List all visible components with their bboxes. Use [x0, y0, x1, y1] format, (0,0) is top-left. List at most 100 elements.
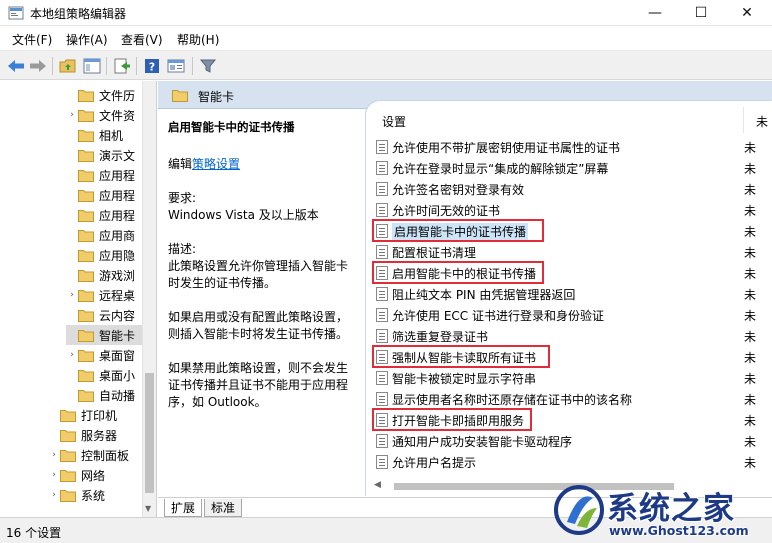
folder-icon: [78, 109, 94, 122]
tree-item[interactable]: 应用商: [66, 225, 144, 245]
tree-item[interactable]: 应用程: [66, 165, 144, 185]
show-hide-tree-button[interactable]: [82, 56, 102, 76]
policy-name: 允许签名密钥对登录有效: [392, 182, 525, 197]
expand-chevron-icon[interactable]: ›: [66, 290, 78, 300]
tree-item[interactable]: 应用隐: [66, 245, 144, 265]
policy-row[interactable]: 允许使用不带扩展密钥使用证书属性的证书 未: [376, 137, 772, 157]
menu-action[interactable]: 操作(A): [66, 31, 108, 48]
tab-extended[interactable]: 扩展: [164, 499, 203, 517]
tree-item[interactable]: › 文件资: [66, 105, 144, 125]
policy-state: 未: [744, 266, 757, 281]
policy-row[interactable]: 通知用户成功安装智能卡驱动程序 未: [376, 431, 772, 451]
tree-item-label: 游戏浏: [99, 268, 136, 283]
folder-icon: [60, 409, 76, 422]
policy-name: 通知用户成功安装智能卡驱动程序: [392, 434, 573, 449]
expand-chevron-icon[interactable]: ›: [48, 470, 60, 480]
tree-item[interactable]: › 控制面板: [48, 445, 144, 465]
tree-item-label: 应用隐: [99, 248, 136, 263]
tree-vertical-scrollbar[interactable]: ▼: [142, 81, 156, 517]
navigation-tree: 文件历 › 文件资 相机 演示文 应用程 应用程 应用程 应用商 应用隐 游戏浏 › 远程桌 云内容 智能卡…: [0, 81, 157, 517]
tree-item[interactable]: 智能卡: [66, 325, 144, 345]
properties-icon: [167, 59, 185, 73]
policy-row[interactable]: 智能卡被锁定时显示字符串 未: [376, 368, 772, 388]
forward-button[interactable]: [28, 56, 48, 76]
tree-item-label: 自动播: [99, 388, 136, 403]
column-header-state[interactable]: 未: [756, 113, 768, 130]
export-list-button[interactable]: [112, 56, 132, 76]
policy-setting-icon: [376, 245, 388, 259]
close-button[interactable]: ✕: [724, 0, 770, 26]
expand-chevron-icon[interactable]: ›: [48, 450, 60, 460]
policy-setting-icon: [376, 203, 388, 217]
policy-state: 未: [744, 224, 757, 239]
back-button[interactable]: [6, 56, 26, 76]
policy-row[interactable]: 筛选重复登录证书 未: [376, 326, 772, 346]
menu-help[interactable]: 帮助(H): [177, 31, 219, 48]
tree-scroll-thumb[interactable]: [145, 373, 154, 493]
properties-button[interactable]: [166, 56, 186, 76]
tree-item[interactable]: 云内容: [66, 305, 144, 325]
tree-item[interactable]: 文件历: [66, 85, 144, 105]
tree-item[interactable]: 游戏浏: [66, 265, 144, 285]
tree-item[interactable]: › 远程桌: [66, 285, 144, 305]
tree-item[interactable]: › 桌面窗: [66, 345, 144, 365]
tree-item-label: 服务器: [81, 428, 118, 443]
policy-row[interactable]: 允许用户名提示 未: [376, 452, 772, 472]
help-button[interactable]: ?: [142, 56, 162, 76]
minimize-button[interactable]: —: [632, 0, 678, 26]
filter-button[interactable]: [198, 56, 218, 76]
folder-icon: [78, 389, 94, 402]
tree-item[interactable]: 应用程: [66, 205, 144, 225]
policy-setting-icon: [376, 434, 388, 448]
policy-row[interactable]: 允许签名密钥对登录有效 未: [376, 179, 772, 199]
folder-icon: [78, 249, 94, 262]
folder-icon: [78, 309, 94, 322]
toolbar: ?: [0, 50, 772, 80]
column-header-setting[interactable]: 设置: [382, 113, 406, 130]
scroll-left-icon[interactable]: ◀: [374, 480, 381, 490]
folder-icon: [78, 269, 94, 282]
policy-state: 未: [744, 350, 757, 365]
tree-item-label: 文件历: [99, 88, 136, 103]
expand-chevron-icon[interactable]: ›: [66, 110, 78, 120]
expand-chevron-icon[interactable]: ›: [48, 490, 60, 500]
policy-state: 未: [744, 308, 757, 323]
tree-item[interactable]: 自动播: [66, 385, 144, 405]
tree-item[interactable]: 相机: [66, 125, 144, 145]
menu-file[interactable]: 文件(F): [12, 31, 52, 48]
tree-item-label: 智能卡: [99, 328, 136, 343]
export-list-icon: [114, 58, 130, 74]
policy-name: 允许时间无效的证书: [392, 203, 501, 218]
policy-row[interactable]: 显示使用者名称时还原存储在证书中的该名称 未: [376, 389, 772, 409]
policy-row[interactable]: 允许在登录时显示“集成的解除锁定”屏幕 未: [376, 158, 772, 178]
up-folder-icon: [59, 59, 76, 73]
scroll-down-icon[interactable]: ▼: [145, 504, 151, 513]
tree-item[interactable]: 桌面小: [66, 365, 144, 385]
tab-standard[interactable]: 标准: [204, 499, 243, 517]
tree-item[interactable]: 打印机: [48, 405, 144, 425]
up-folder-button[interactable]: [58, 56, 78, 76]
policy-row[interactable]: 配置根证书清理 未: [376, 242, 772, 262]
policy-setting-icon: [376, 140, 388, 154]
maximize-button[interactable]: ☐: [678, 0, 724, 26]
tree-item[interactable]: 应用程: [66, 185, 144, 205]
tree-item[interactable]: › 网络: [48, 465, 144, 485]
highlight-annotation-box: [372, 345, 550, 368]
edit-policy-link[interactable]: 策略设置: [192, 157, 240, 171]
description-body: 描述: 此策略设置允许你管理插入智能卡时发生的证书传播。: [168, 242, 349, 290]
tree-item-label: 网络: [81, 468, 106, 483]
policy-row[interactable]: 允许使用 ECC 证书进行登录和身份验证 未: [376, 305, 772, 325]
policy-row[interactable]: 阻止纯文本 PIN 由凭据管理器返回 未: [376, 284, 772, 304]
expand-chevron-icon[interactable]: ›: [66, 350, 78, 360]
edit-policy-line: 编辑策略设置: [168, 157, 241, 171]
menu-view[interactable]: 查看(V): [121, 31, 163, 48]
tree-item[interactable]: 服务器: [48, 425, 144, 445]
filter-icon: [200, 59, 216, 73]
policy-row[interactable]: 允许时间无效的证书 未: [376, 200, 772, 220]
close-icon: ✕: [741, 5, 753, 21]
tree-item[interactable]: 演示文: [66, 145, 144, 165]
enable-note: 如果启用或没有配置此策略设置，则插入智能卡时将发生证书传播。: [168, 310, 349, 341]
show-hide-tree-icon: [83, 58, 101, 74]
policy-state: 未: [744, 392, 757, 407]
tree-item[interactable]: › 系统: [48, 485, 144, 505]
